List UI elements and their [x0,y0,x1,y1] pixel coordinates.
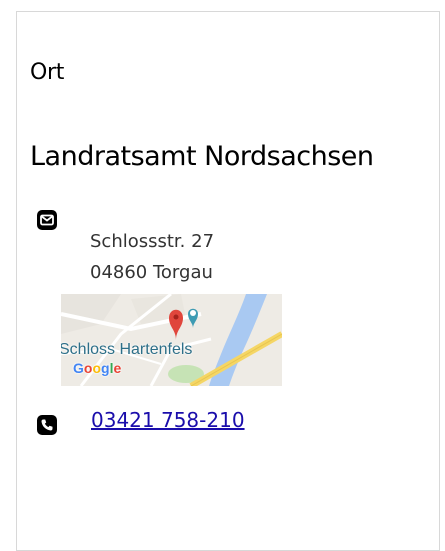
location-card [16,11,440,551]
address: Schlossstr. 27 04860 Torgau [90,226,214,288]
map-place-label: Schloss Hartenfels [61,341,193,358]
envelope-icon [37,210,57,230]
map-thumbnail[interactable]: Schloss Hartenfels Google [61,294,282,386]
phone-link[interactable]: 03421 758-210 [91,408,245,432]
google-logo: Google [73,360,122,376]
organization-name: Landratsamt Nordsachsen [30,141,374,172]
address-city: 04860 Torgau [90,262,213,283]
address-street: Schlossstr. 27 [90,231,215,252]
section-label: Ort [30,60,65,85]
phone-icon [37,415,57,435]
